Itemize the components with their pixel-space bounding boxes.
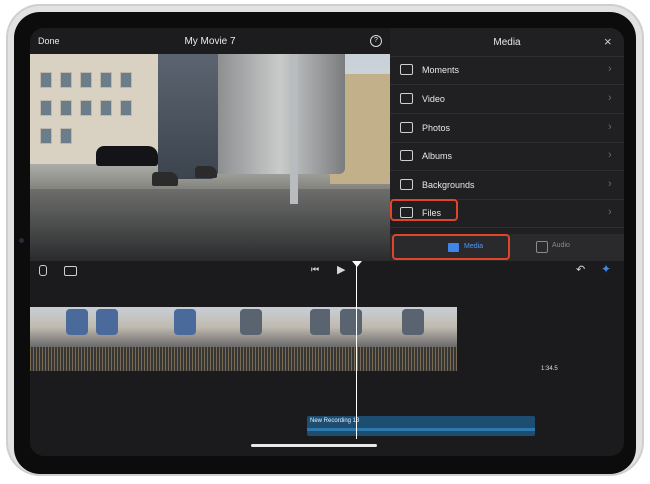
preview-car [96,146,158,166]
playhead-marker [352,261,362,267]
video-icon [400,93,413,104]
camera-icon[interactable] [64,266,77,276]
video-preview [30,54,390,261]
media-header: Media × [390,28,624,57]
chevron-right-icon: › [608,178,612,190]
media-item-label: Moments [422,65,460,75]
home-indicator[interactable] [251,444,377,447]
preview-ground [30,189,390,261]
media-item-label: Photos [422,123,451,133]
recording-waveform [307,428,535,431]
media-tab-icon [448,243,459,252]
media-item-albums[interactable]: Albums › [390,142,624,171]
screen: Done My Movie 7 ? Media × Moments › Vide… [30,28,624,456]
help-icon[interactable]: ? [370,35,382,47]
timeline: ⏮ ▶ ↶ ✦ 1:34.5 New Recording 13 [30,261,624,456]
moments-icon [400,64,413,75]
media-item-photos[interactable]: Photos › [390,114,624,143]
play-icon[interactable]: ▶ [337,263,345,276]
photos-icon [400,122,413,133]
recording-label: New Recording 13 [310,418,360,424]
preview-shoe [152,172,178,186]
clip-duration: 1:34.5 [541,366,558,372]
front-camera [19,238,24,243]
chevron-right-icon: › [608,92,612,104]
editor-top-bar: Done My Movie 7 ? [30,28,390,54]
media-title: Media [493,37,521,48]
preview-shoe [195,166,217,178]
skip-to-start-icon[interactable]: ⏮ [311,264,319,275]
microphone-icon[interactable] [39,265,47,276]
media-item-backgrounds[interactable]: Backgrounds › [390,171,624,200]
files-highlight-box [390,199,458,221]
clip-audio-waveform [30,347,457,371]
chevron-right-icon: › [608,149,612,161]
audio-recording-clip[interactable]: New Recording 13 [307,416,535,436]
preview-bin [215,54,345,174]
preview-legs [158,54,218,179]
media-item-video[interactable]: Video › [390,85,624,114]
timeline-toolbar: ⏮ ▶ ↶ ✦ [30,261,624,281]
media-item-label: Albums [422,151,453,161]
media-item-label: Video [422,94,445,104]
media-item-label: Backgrounds [422,180,475,190]
video-clip[interactable] [30,307,457,371]
chevron-right-icon: › [608,63,612,75]
playhead[interactable] [356,263,357,439]
audio-waveform-icon[interactable]: ✦ [601,262,611,276]
preview-pole [290,54,298,204]
tab-audio-label: Audio [552,242,570,249]
project-title: My Movie 7 [184,36,236,47]
chevron-right-icon: › [608,121,612,133]
tab-media[interactable]: Media [392,234,510,260]
undo-icon[interactable]: ↶ [576,263,585,276]
albums-icon [400,150,413,161]
close-icon[interactable]: × [604,35,612,48]
tab-audio[interactable]: Audio [510,234,624,261]
media-item-moments[interactable]: Moments › [390,56,624,85]
chevron-right-icon: › [608,206,612,218]
media-panel: Media × Moments › Video › Photos › Album… [390,28,624,261]
backgrounds-icon [400,179,413,190]
audio-tab-icon [536,241,548,253]
tab-media-label: Media [464,243,484,250]
